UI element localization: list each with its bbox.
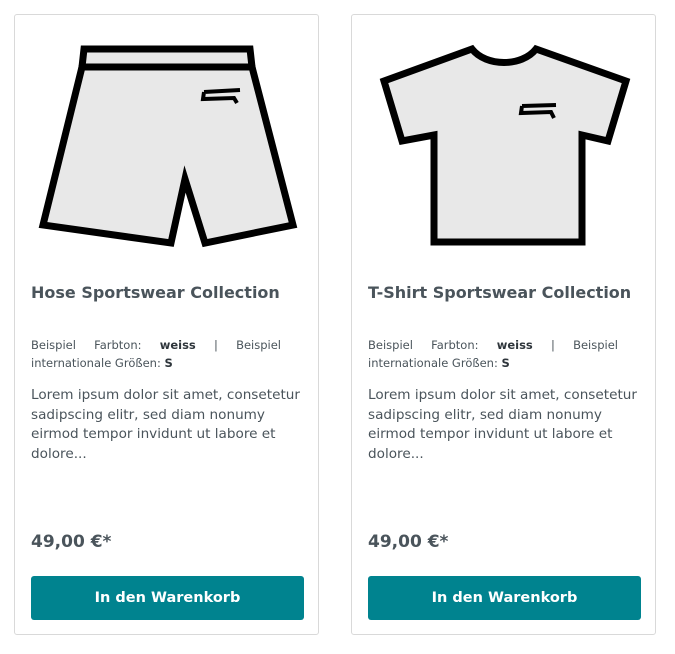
add-to-cart-button[interactable]: In den Warenkorb <box>31 576 304 620</box>
prop-value: S <box>164 356 173 370</box>
prop-separator: | <box>550 338 555 352</box>
prop-label: Beispiel <box>31 338 76 352</box>
product-image[interactable] <box>368 29 640 249</box>
prop-key: internationale Größen: <box>368 356 498 370</box>
product-description: Lorem ipsum dolor sit amet, consetetur s… <box>31 387 300 462</box>
prop-label: Beispiel <box>368 338 413 352</box>
product-properties: Beispiel Farbton: weiss | Beispiel inter… <box>31 336 281 372</box>
prop-label: Beispiel <box>236 338 281 352</box>
shorts-icon <box>38 45 298 248</box>
product-description: Lorem ipsum dolor sit amet, consetetur s… <box>368 387 637 462</box>
add-to-cart-button[interactable]: In den Warenkorb <box>368 576 641 620</box>
prop-separator: | <box>213 338 218 352</box>
prop-key: internationale Größen: <box>31 356 161 370</box>
product-price: 49,00 €* <box>31 532 112 552</box>
prop-label: Beispiel <box>573 338 618 352</box>
product-title[interactable]: T-Shirt Sportswear Collection <box>368 283 640 302</box>
product-card: T-Shirt Sportswear Collection Beispiel F… <box>351 14 656 635</box>
product-title[interactable]: Hose Sportswear Collection <box>31 283 303 302</box>
prop-value: weiss <box>159 338 196 352</box>
product-price: 49,00 €* <box>368 532 449 552</box>
prop-key: Farbton: <box>431 338 479 352</box>
prop-value: S <box>501 356 510 370</box>
product-properties: Beispiel Farbton: weiss | Beispiel inter… <box>368 336 618 372</box>
prop-key: Farbton: <box>94 338 142 352</box>
tshirt-icon <box>379 44 631 246</box>
prop-value: weiss <box>496 338 533 352</box>
product-card: Hose Sportswear Collection Beispiel Farb… <box>14 14 319 635</box>
product-image[interactable] <box>31 29 303 249</box>
